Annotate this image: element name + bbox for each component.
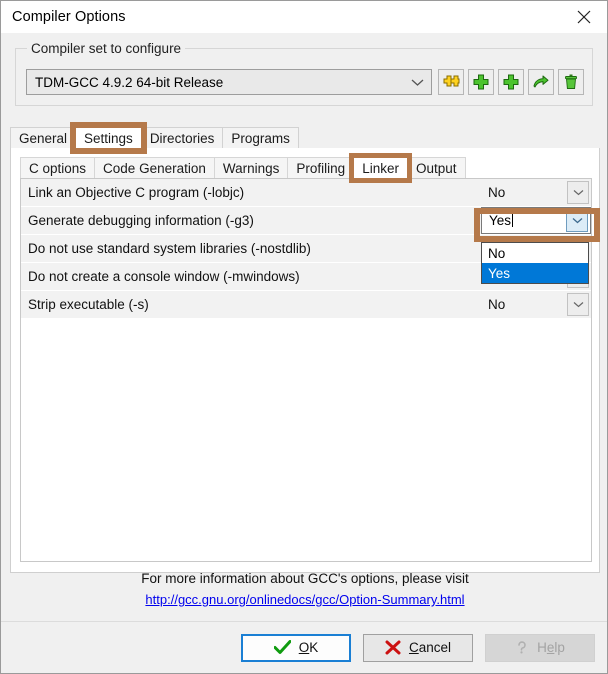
ok-button[interactable]: OK — [241, 633, 351, 662]
compiler-options-dialog: Compiler Options Compiler set to configu… — [0, 0, 608, 674]
tab-label: Directories — [149, 131, 215, 146]
page-title: Compiler Options — [12, 9, 126, 25]
option-label: Link an Objective C program (-lobjc) — [28, 185, 245, 200]
option-value-combobox-active[interactable]: Yes — [481, 207, 591, 234]
compiler-set-toolbar — [438, 69, 584, 95]
tab-label: Linker — [362, 161, 399, 176]
info-footer: For more information about GCC's options… — [11, 571, 599, 607]
dropdown-option-no[interactable]: No — [482, 243, 588, 263]
cancel-button-label: Cancel — [408, 640, 452, 655]
question-mark-icon — [518, 641, 526, 654]
table-row[interactable]: Generate debugging information (-g3) Yes — [21, 207, 591, 235]
green-arrow-icon[interactable] — [528, 69, 554, 95]
tab-output[interactable]: Output — [406, 157, 466, 179]
text-caret — [512, 213, 514, 227]
tab-label: Settings — [84, 131, 133, 146]
dropdown-option-yes[interactable]: Yes — [482, 263, 588, 283]
green-plus-icon[interactable] — [498, 69, 524, 95]
close-icon[interactable] — [561, 1, 607, 32]
outer-tab-bar: General Settings Directories Programs — [10, 122, 600, 154]
tab-label: Code Generation — [103, 161, 206, 176]
table-row[interactable]: Link an Objective C program (-lobjc) No — [21, 179, 591, 207]
tab-label: C options — [29, 161, 87, 176]
tab-general[interactable]: General — [10, 127, 77, 149]
help-button: Help — [485, 633, 595, 662]
info-text: For more information about GCC's options… — [141, 571, 469, 586]
title-bar: Compiler Options — [1, 1, 607, 33]
red-x-icon — [385, 640, 401, 655]
tab-label: Profiling — [296, 161, 346, 176]
tab-directories[interactable]: Directories — [140, 127, 224, 149]
option-value: Yes — [489, 213, 514, 228]
tab-profiling[interactable]: Profiling — [287, 157, 355, 179]
tab-code-generation[interactable]: Code Generation — [94, 157, 215, 179]
option-label: Do not use standard system libraries (-n… — [28, 241, 311, 256]
tab-programs[interactable]: Programs — [222, 127, 299, 149]
tab-label: Warnings — [222, 161, 280, 176]
compiler-set-value: TDM-GCC 4.9.2 64-bit Release — [35, 74, 224, 90]
compiler-set-combobox[interactable]: TDM-GCC 4.9.2 64-bit Release — [26, 69, 432, 95]
ok-button-label: OK — [298, 640, 319, 655]
tab-label: General — [19, 131, 68, 146]
option-value-combobox[interactable]: No — [481, 291, 591, 318]
green-check-icon — [273, 640, 291, 654]
gcc-options-link[interactable]: http://gcc.gnu.org/onlinedocs/gcc/Option… — [145, 592, 464, 607]
inner-tab-bar: C options Code Generation Warnings Profi… — [20, 153, 592, 183]
tab-warnings[interactable]: Warnings — [213, 157, 289, 179]
tab-settings[interactable]: Settings — [70, 122, 147, 154]
tab-linker[interactable]: Linker — [349, 153, 412, 183]
option-value: No — [488, 297, 506, 312]
tab-c-options[interactable]: C options — [20, 157, 96, 179]
option-value: No — [488, 185, 506, 200]
table-row[interactable]: Strip executable (-s) No — [21, 291, 591, 319]
option-label: Generate debugging information (-g3) — [28, 213, 254, 228]
option-label: Strip executable (-s) — [28, 297, 149, 312]
compiler-set-legend: Compiler set to configure — [27, 41, 186, 56]
chevron-down-icon[interactable] — [567, 293, 589, 316]
chevron-down-icon[interactable] — [567, 181, 589, 204]
dialog-button-bar: OK Cancel Help — [1, 621, 607, 673]
yellow-double-plus-icon[interactable] — [438, 69, 464, 95]
tab-label: Output — [415, 161, 457, 176]
help-button-label: Help — [537, 640, 565, 655]
option-value-combobox[interactable]: No — [481, 179, 591, 206]
tab-label: Programs — [231, 131, 290, 146]
linker-options-list[interactable]: Link an Objective C program (-lobjc) No … — [20, 178, 592, 562]
cancel-button[interactable]: Cancel — [363, 633, 473, 662]
chevron-down-icon[interactable] — [566, 209, 588, 232]
green-trash-icon[interactable] — [558, 69, 584, 95]
option-label: Do not create a console window (-mwindow… — [28, 269, 300, 284]
green-plus-icon[interactable] — [468, 69, 494, 95]
chevron-down-icon[interactable] — [403, 78, 431, 87]
value-dropdown-popup[interactable]: No Yes — [481, 242, 589, 284]
